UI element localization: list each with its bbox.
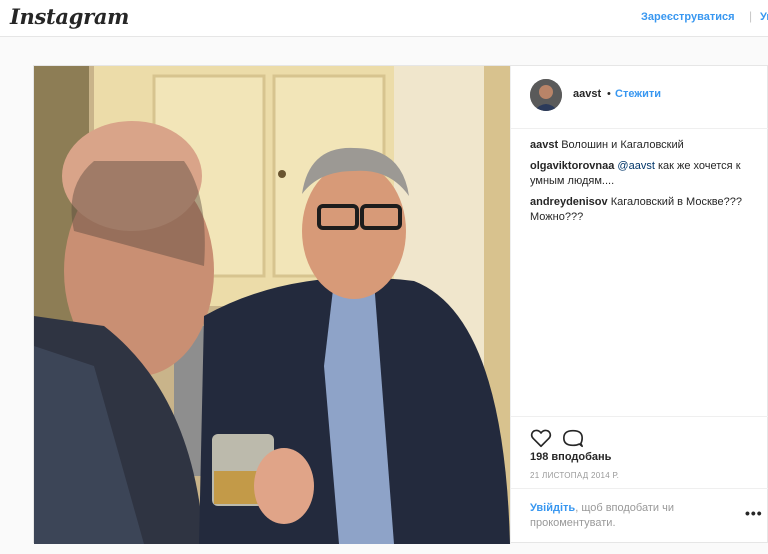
post-sidebar: aavst • Стежити aavst Волошин и Кагаловс… <box>510 66 768 544</box>
post-header: aavst • Стежити <box>511 66 768 129</box>
comments-list: aavst Волошин и Кагаловский olgaviktorov… <box>530 138 758 231</box>
login-link[interactable]: Увійти <box>760 11 768 23</box>
instagram-logo[interactable]: Instagram <box>10 4 129 29</box>
header-dot: • <box>607 88 611 100</box>
comment-icon[interactable] <box>562 427 584 449</box>
comment-text: Волошин и Кагаловский <box>561 139 684 151</box>
login-prompt-link[interactable]: Увійдіть <box>530 502 575 514</box>
likes-count[interactable]: 198 вподобань <box>530 451 611 463</box>
top-bar: Instagram Зареєструватися | Увійти <box>0 0 768 37</box>
post-card: aavst • Стежити aavst Волошин и Кагаловс… <box>33 65 768 544</box>
post-actions <box>511 416 768 448</box>
comment-item: andreydenisov Кагаловский в Москве??? Мо… <box>530 195 758 225</box>
nav-separator: | <box>749 9 753 23</box>
follow-button[interactable]: Стежити <box>615 88 661 100</box>
comment-username[interactable]: aavst <box>530 139 558 151</box>
comment-item: olgaviktorovnaa @aavst как же хочется к … <box>530 159 758 189</box>
login-prompt: Увійдіть, щоб вподобати чи прокоментуват… <box>511 488 768 545</box>
login-prompt-text: Увійдіть, щоб вподобати чи прокоментуват… <box>530 501 720 531</box>
post-author-username[interactable]: aavst <box>573 88 601 100</box>
heart-icon[interactable] <box>530 427 552 449</box>
comment-username[interactable]: andreydenisov <box>530 196 608 208</box>
post-photo[interactable] <box>34 66 510 544</box>
comment-username[interactable]: olgaviktorovnaa <box>530 160 614 172</box>
register-link[interactable]: Зареєструватися <box>641 11 735 23</box>
comment-mention[interactable]: @aavst <box>617 160 654 172</box>
comment-item: aavst Волошин и Кагаловский <box>530 138 758 153</box>
more-options-button[interactable]: ••• <box>745 505 763 521</box>
post-date: 21 ЛИСТОПАД 2014 Р. <box>530 471 620 480</box>
post-photo-image <box>34 66 510 544</box>
avatar[interactable] <box>530 79 562 111</box>
avatar-image <box>530 79 562 111</box>
